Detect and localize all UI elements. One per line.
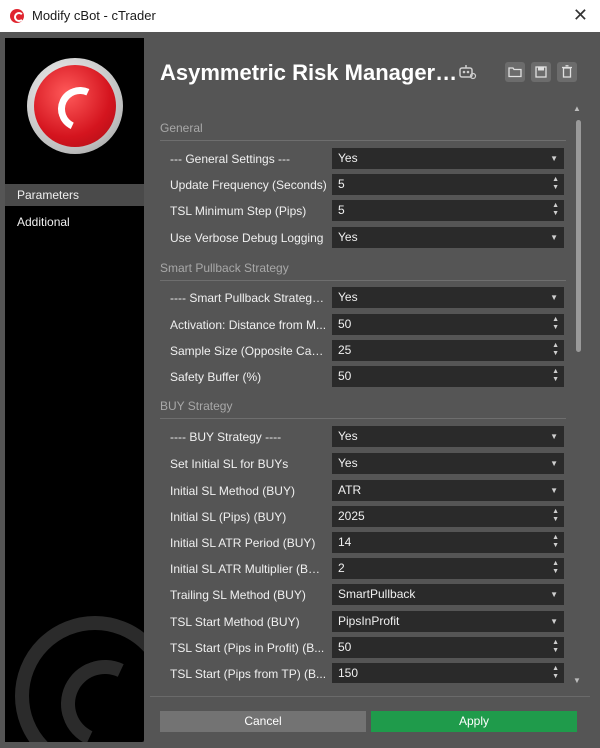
stepper-icon[interactable]: ▲ ▼ [552, 534, 559, 550]
title-bar: Modify cBot - cTrader ✕ [0, 0, 600, 32]
param-label: Sample Size (Opposite Can... [170, 344, 328, 358]
section-buy-strategy: BUY Strategy [160, 399, 566, 419]
close-icon[interactable]: ✕ [573, 5, 588, 25]
section-title: BUY Strategy [160, 399, 233, 413]
param-label: Set Initial SL for BUYs [170, 457, 289, 471]
param-label: TSL Start (Pips from TP) (B... [170, 667, 327, 681]
stepper-icon[interactable]: ▲ ▼ [552, 665, 559, 681]
param-label: Use Verbose Debug Logging [170, 231, 324, 245]
param-label: Initial SL Method (BUY) [170, 484, 295, 498]
chevron-down-icon: ▼ [550, 233, 558, 242]
section-general: General [160, 121, 566, 141]
stepper-icon[interactable]: ▲ ▼ [552, 316, 559, 332]
param-label: Activation: Distance from M... [170, 318, 327, 332]
param-select[interactable]: Yes ▼ [332, 227, 564, 248]
window-title: Modify cBot - cTrader [32, 8, 156, 23]
param-label: Initial SL ATR Period (BUY) [170, 536, 316, 550]
ctrader-watermark-logo [15, 616, 144, 742]
param-number-input[interactable]: 5 ▲ ▼ [332, 200, 564, 221]
stepper-icon[interactable]: ▲ ▼ [552, 368, 559, 384]
param-label: --- General Settings --- [170, 152, 291, 166]
stepper-icon[interactable]: ▲ ▼ [552, 508, 559, 524]
ctrader-app-icon [10, 9, 24, 23]
param-select[interactable]: SmartPullback ▼ [332, 584, 564, 605]
chevron-down-icon: ▼ [550, 617, 558, 626]
param-select[interactable]: ATR ▼ [332, 480, 564, 501]
chevron-down-icon: ▼ [550, 486, 558, 495]
ctrader-logo [27, 58, 123, 154]
param-label: TSL Minimum Step (Pips) [170, 204, 307, 218]
apply-button[interactable]: Apply [371, 711, 577, 732]
stepper-icon[interactable]: ▲ ▼ [552, 342, 559, 358]
sidebar: Parameters Additional [5, 38, 144, 742]
param-number-input[interactable]: 14 ▲ ▼ [332, 532, 564, 553]
scroll-up-arrow-icon[interactable]: ▲ [573, 104, 581, 113]
stepper-icon[interactable]: ▲ ▼ [552, 176, 559, 192]
param-label: ---- Smart Pullback Strategy ---- [170, 291, 328, 305]
section-title: Smart Pullback Strategy [160, 261, 289, 275]
sidebar-item-parameters[interactable]: Parameters [5, 184, 144, 206]
param-number-input[interactable]: 2 ▲ ▼ [332, 558, 564, 579]
param-label: ---- BUY Strategy ---- [170, 430, 282, 444]
param-number-input[interactable]: 25 ▲ ▼ [332, 340, 564, 361]
sidebar-item-additional[interactable]: Additional [5, 211, 144, 233]
chevron-down-icon: ▼ [550, 590, 558, 599]
param-select[interactable]: Yes ▼ [332, 426, 564, 447]
param-number-input[interactable]: 50 ▲ ▼ [332, 366, 564, 387]
param-number-input[interactable]: 50 ▲ ▼ [332, 314, 564, 335]
param-label: Initial SL (Pips) (BUY) [170, 510, 287, 524]
param-label: Trailing SL Method (BUY) [170, 588, 306, 602]
param-select[interactable]: PipsInProfit ▼ [332, 611, 564, 632]
section-title: General [160, 121, 203, 135]
chevron-down-icon: ▼ [550, 154, 558, 163]
scrollbar-thumb[interactable] [576, 120, 581, 352]
param-label: Initial SL ATR Multiplier (BUY) [170, 562, 328, 576]
page-title: Asymmetric Risk Manager… [160, 60, 458, 85]
save-icon[interactable] [531, 62, 551, 82]
section-smart-pullback: Smart Pullback Strategy [160, 261, 566, 281]
param-label: TSL Start (Pips in Profit) (B... [170, 641, 325, 655]
param-select[interactable]: Yes ▼ [332, 287, 564, 308]
cancel-button[interactable]: Cancel [160, 711, 366, 732]
param-number-input[interactable]: 5 ▲ ▼ [332, 174, 564, 195]
chevron-down-icon: ▼ [550, 293, 558, 302]
chevron-down-icon: ▼ [550, 459, 558, 468]
stepper-icon[interactable]: ▲ ▼ [552, 560, 559, 576]
scroll-down-arrow-icon[interactable]: ▼ [573, 676, 581, 685]
delete-icon[interactable] [557, 62, 577, 82]
param-number-input[interactable]: 2025 ▲ ▼ [332, 506, 564, 527]
chevron-down-icon: ▼ [550, 432, 558, 441]
stepper-icon[interactable]: ▲ ▼ [552, 639, 559, 655]
param-label: TSL Start Method (BUY) [170, 615, 300, 629]
param-select[interactable]: Yes ▼ [332, 453, 564, 474]
param-label: Update Frequency (Seconds) [170, 178, 327, 192]
param-label: Safety Buffer (%) [170, 370, 262, 384]
stepper-icon[interactable]: ▲ ▼ [552, 202, 559, 218]
footer-divider [150, 696, 590, 697]
param-select[interactable]: Yes ▼ [332, 148, 564, 169]
param-number-input[interactable]: 50 ▲ ▼ [332, 637, 564, 658]
folder-open-icon[interactable] [505, 62, 525, 82]
robot-icon[interactable] [457, 64, 477, 80]
param-number-input[interactable]: 150 ▲ ▼ [332, 663, 564, 683]
